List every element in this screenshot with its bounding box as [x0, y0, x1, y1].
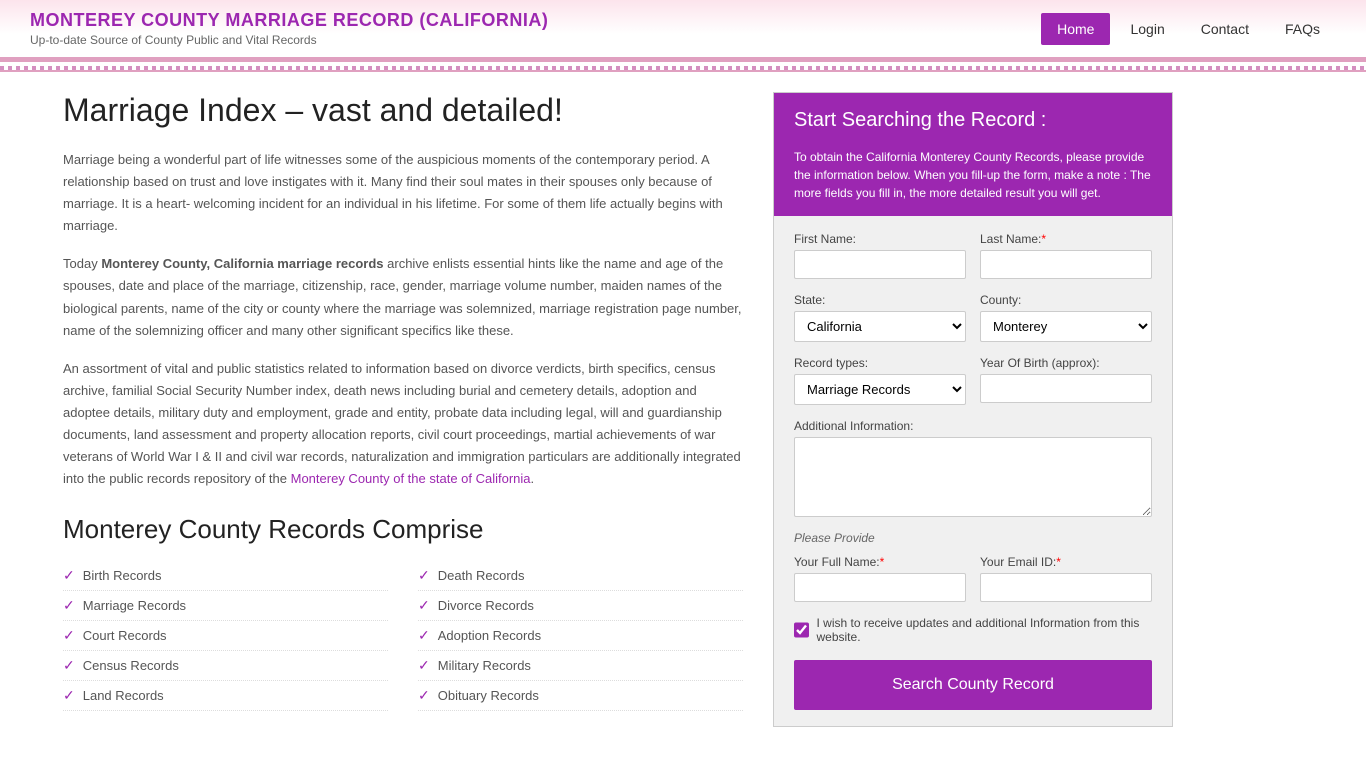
nav-item-contact[interactable]: Contact [1185, 13, 1265, 45]
record-item-obituary: ✓ Obituary Records [418, 681, 743, 711]
email-label: Your Email ID:* [980, 555, 1152, 569]
records-col2: ✓ Death Records ✓ Divorce Records ✓ Adop… [418, 561, 743, 711]
record-label: Obituary Records [438, 688, 539, 703]
state-group: State: California New York Texas Florida [794, 293, 966, 342]
check-icon: ✓ [63, 687, 75, 704]
check-icon: ✓ [63, 567, 75, 584]
county-group: County: Monterey Los Angeles San Francis… [980, 293, 1152, 342]
record-label: Birth Records [83, 568, 162, 583]
check-icon: ✓ [418, 597, 430, 614]
record-label: Land Records [83, 688, 164, 703]
right-panel: Start Searching the Record : To obtain t… [773, 92, 1173, 727]
header-left: MONTEREY COUNTY MARRIAGE RECORD (CALIFOR… [30, 10, 548, 47]
record-label: Divorce Records [438, 598, 534, 613]
year-of-birth-group: Year Of Birth (approx): [980, 356, 1152, 405]
record-types-label: Record types: [794, 356, 966, 370]
year-of-birth-label: Year Of Birth (approx): [980, 356, 1152, 370]
record-label: Adoption Records [438, 628, 541, 643]
record-item-marriage: ✓ Marriage Records [63, 591, 388, 621]
required-mark: * [1041, 232, 1046, 246]
please-provide: Please Provide [794, 531, 1152, 545]
checkbox-row: I wish to receive updates and additional… [794, 616, 1152, 644]
first-name-group: First Name: [794, 232, 966, 279]
record-item-court: ✓ Court Records [63, 621, 388, 651]
additional-info-textarea[interactable] [794, 437, 1152, 517]
main-container: Marriage Index – vast and detailed! Marr… [33, 92, 1333, 727]
additional-info-group: Additional Information: [794, 419, 1152, 517]
record-item-military: ✓ Military Records [418, 651, 743, 681]
record-types-group: Record types: Marriage Records Birth Rec… [794, 356, 966, 405]
record-item-land: ✓ Land Records [63, 681, 388, 711]
full-name-group: Your Full Name:* [794, 555, 966, 602]
county-label: County: [980, 293, 1152, 307]
header: MONTEREY COUNTY MARRIAGE RECORD (CALIFOR… [0, 0, 1366, 60]
check-icon: ✓ [418, 657, 430, 674]
full-name-label: Your Full Name:* [794, 555, 966, 569]
email-group: Your Email ID:* [980, 555, 1152, 602]
search-panel-desc: To obtain the California Monterey County… [774, 148, 1172, 216]
record-item-adoption: ✓ Adoption Records [418, 621, 743, 651]
main-heading: Marriage Index – vast and detailed! [63, 92, 743, 129]
paragraph-1: Marriage being a wonderful part of life … [63, 149, 743, 237]
check-icon: ✓ [63, 627, 75, 644]
nav-item-home[interactable]: Home [1041, 13, 1110, 45]
record-label: Marriage Records [83, 598, 186, 613]
full-name-input[interactable] [794, 573, 966, 602]
record-types-select[interactable]: Marriage Records Birth Records Death Rec… [794, 374, 966, 405]
dots-border [0, 60, 1366, 72]
last-name-label: Last Name:* [980, 232, 1152, 246]
search-button[interactable]: Search County Record [794, 660, 1152, 710]
required-mark-fullname: * [880, 555, 885, 569]
paragraph-2: Today Monterey County, California marria… [63, 253, 743, 341]
state-label: State: [794, 293, 966, 307]
check-icon: ✓ [418, 627, 430, 644]
record-item-birth: ✓ Birth Records [63, 561, 388, 591]
left-content: Marriage Index – vast and detailed! Marr… [63, 92, 743, 727]
email-input[interactable] [980, 573, 1152, 602]
header-nav: HomeLoginContactFAQs [1041, 13, 1336, 45]
record-item-divorce: ✓ Divorce Records [418, 591, 743, 621]
record-item-death: ✓ Death Records [418, 561, 743, 591]
state-county-row: State: California New York Texas Florida… [794, 293, 1152, 342]
additional-info-label: Additional Information: [794, 419, 1152, 433]
records-col1: ✓ Birth Records ✓ Marriage Records ✓ Cou… [63, 561, 388, 711]
first-name-label: First Name: [794, 232, 966, 246]
record-label: Court Records [83, 628, 167, 643]
search-panel-header: Start Searching the Record : [774, 93, 1172, 148]
state-select[interactable]: California New York Texas Florida [794, 311, 966, 342]
check-icon: ✓ [63, 657, 75, 674]
last-name-group: Last Name:* [980, 232, 1152, 279]
record-label: Military Records [438, 658, 531, 673]
required-mark-email: * [1056, 555, 1061, 569]
nav-item-faqs[interactable]: FAQs [1269, 13, 1336, 45]
county-select[interactable]: Monterey Los Angeles San Francisco San D… [980, 311, 1152, 342]
check-icon: ✓ [418, 567, 430, 584]
record-item-census: ✓ Census Records [63, 651, 388, 681]
check-icon: ✓ [63, 597, 75, 614]
fullname-email-row: Your Full Name:* Your Email ID:* [794, 555, 1152, 602]
year-of-birth-input[interactable] [980, 374, 1152, 403]
records-grid: ✓ Birth Records ✓ Marriage Records ✓ Cou… [63, 561, 743, 711]
record-label: Census Records [83, 658, 179, 673]
record-label: Death Records [438, 568, 525, 583]
updates-checkbox[interactable] [794, 622, 809, 638]
first-name-input[interactable] [794, 250, 966, 279]
search-form: First Name: Last Name:* State: [774, 216, 1172, 726]
nav-item-login[interactable]: Login [1114, 13, 1180, 45]
site-subtitle: Up-to-date Source of County Public and V… [30, 33, 548, 47]
search-panel: Start Searching the Record : To obtain t… [773, 92, 1173, 727]
check-icon: ✓ [418, 687, 430, 704]
name-row: First Name: Last Name:* [794, 232, 1152, 279]
site-title: MONTEREY COUNTY MARRIAGE RECORD (CALIFOR… [30, 10, 548, 31]
paragraph-3: An assortment of vital and public statis… [63, 358, 743, 491]
monterey-county-link[interactable]: Monterey County of the state of Californ… [291, 471, 531, 486]
record-year-row: Record types: Marriage Records Birth Rec… [794, 356, 1152, 405]
records-heading: Monterey County Records Comprise [63, 514, 743, 545]
last-name-input[interactable] [980, 250, 1152, 279]
checkbox-label[interactable]: I wish to receive updates and additional… [817, 616, 1153, 644]
additional-info-row: Additional Information: [794, 419, 1152, 517]
